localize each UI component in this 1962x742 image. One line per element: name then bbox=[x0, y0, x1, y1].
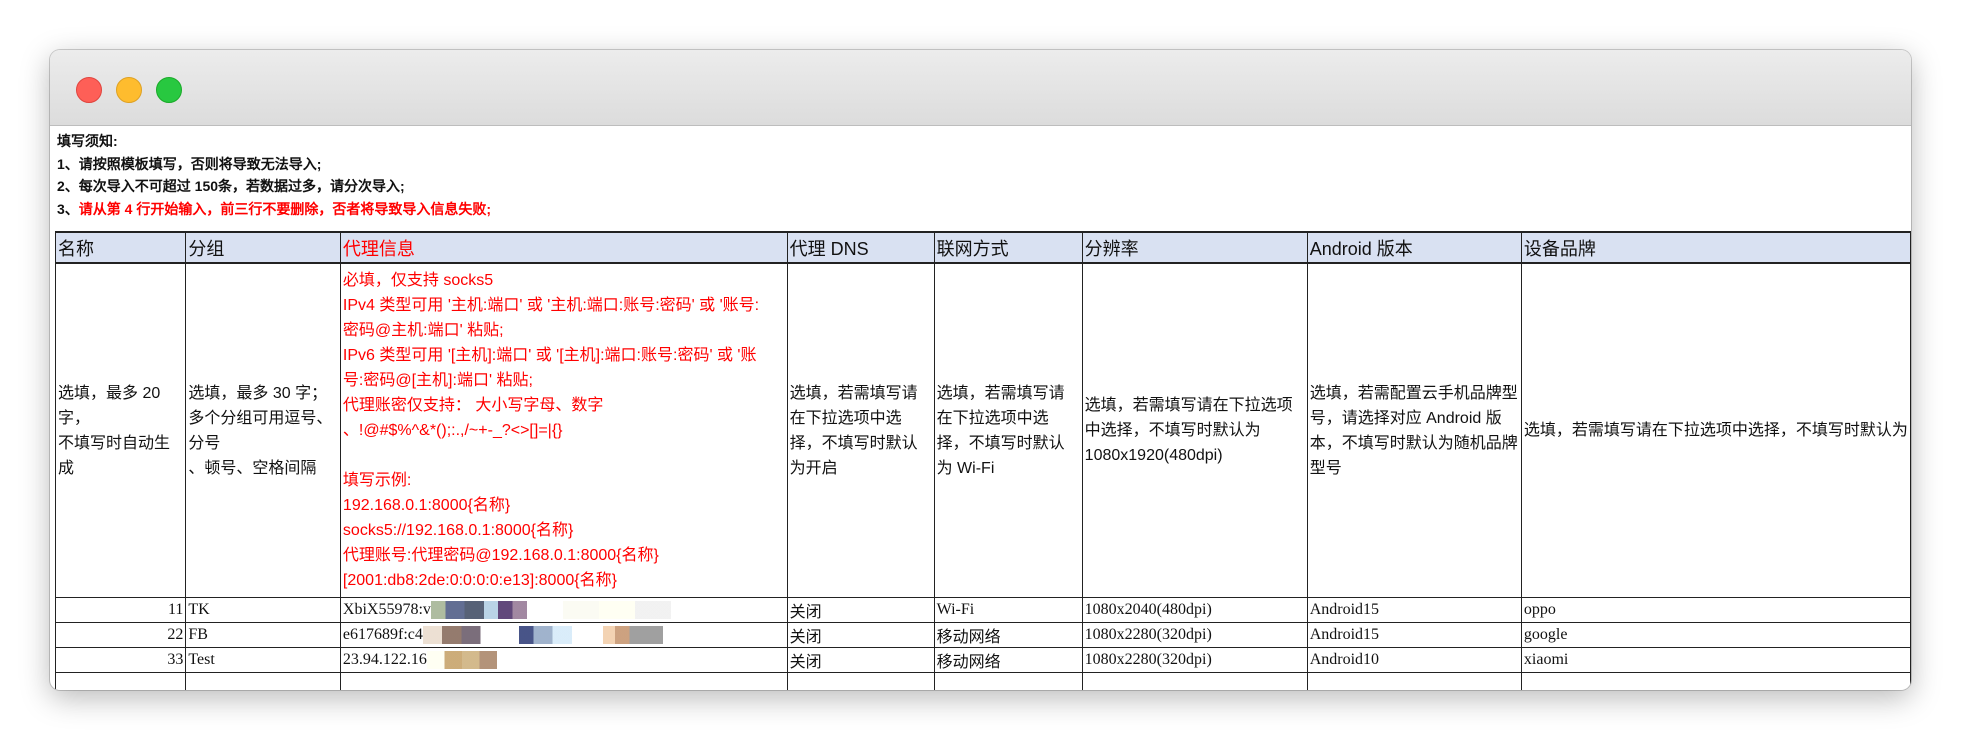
desc-line: 、!@#$%^&*();:.,/~+-_?<>[]=|{} bbox=[342, 422, 563, 439]
table-row: 22 FB e617689f:c4 关闭 移动网络 1080x2280(320d… bbox=[54, 622, 1911, 648]
proxy-text: 23.94.122.16 bbox=[342, 650, 427, 668]
minimize-button[interactable] bbox=[116, 77, 142, 103]
empty-cell[interactable] bbox=[786, 672, 935, 690]
redacted-blur bbox=[426, 651, 497, 670]
cell-resolution[interactable]: 1080x2280(320dpi) bbox=[1081, 647, 1308, 673]
desc-line: 密码@主机:端口' 粘贴; bbox=[342, 322, 504, 339]
cell-network[interactable]: 移动网络 bbox=[933, 647, 1083, 673]
desc-line: 不填写时自动生成 bbox=[58, 434, 171, 477]
header-name[interactable]: 名称 bbox=[54, 231, 187, 264]
cell-proxy[interactable]: e617689f:c4 bbox=[339, 622, 788, 648]
app-window: 填写须知: 1、请按照模板填写，否则将导致无法导入; 2、每次导入不可超过 15… bbox=[50, 50, 1911, 690]
cell-network[interactable]: 移动网络 bbox=[933, 622, 1083, 648]
desc-resolution[interactable]: 选填，若需填写请在下拉选项中选择，不填写时默认为 1080x1920(480dp… bbox=[1081, 262, 1308, 598]
instruction-3: 3、请从第 4 行开始输入，前三行不要删除，否者将导致导入信息失败; bbox=[57, 198, 1911, 221]
instruction-3-prefix: 3、 bbox=[57, 200, 79, 217]
close-button[interactable] bbox=[76, 77, 102, 103]
desc-line: 选填，最多 20 字， bbox=[58, 384, 161, 427]
instructions: 填写须知: 1、请按照模板填写，否则将导致无法导入; 2、每次导入不可超过 15… bbox=[55, 126, 1911, 220]
empty-cell[interactable] bbox=[933, 672, 1083, 690]
cell-resolution[interactable]: 1080x2280(320dpi) bbox=[1081, 622, 1308, 648]
desc-name[interactable]: 选填，最多 20 字， 不填写时自动生成 bbox=[54, 262, 187, 598]
header-row: 名称 分组 代理信息 代理 DNS 联网方式 分辨率 Android 版本 设备… bbox=[54, 231, 1911, 264]
header-proxy[interactable]: 代理信息 bbox=[339, 231, 788, 264]
cell-brand[interactable]: xiaomi bbox=[1520, 647, 1911, 673]
desc-blank-line bbox=[343, 443, 785, 468]
empty-cell[interactable] bbox=[1306, 672, 1522, 690]
cell-android[interactable]: Android10 bbox=[1306, 647, 1522, 673]
cell-dns[interactable]: 关闭 bbox=[786, 647, 935, 673]
proxy-text: e617689f:c4 bbox=[342, 625, 423, 643]
desc-line: 192.168.0.1:8000{名称} bbox=[342, 497, 511, 514]
desc-line: [2001:db8:2de:0:0:0:0:e13]:8000{名称} bbox=[342, 572, 617, 589]
title-bar bbox=[50, 50, 1911, 126]
cell-group[interactable]: TK bbox=[185, 597, 341, 623]
header-brand[interactable]: 设备品牌 bbox=[1520, 231, 1911, 264]
header-network[interactable]: 联网方式 bbox=[933, 231, 1083, 264]
redacted-blur bbox=[422, 626, 663, 645]
desc-line: 选填，最多 30 字； bbox=[188, 384, 328, 402]
cell-group[interactable]: Test bbox=[185, 647, 341, 673]
header-group[interactable]: 分组 bbox=[185, 231, 341, 264]
desc-line: 填写示例: bbox=[342, 472, 412, 489]
desc-proxy[interactable]: 必填，仅支持 socks5 IPv4 类型可用 '主机:端口' 或 '主机:端口… bbox=[339, 262, 788, 598]
empty-cell[interactable] bbox=[185, 672, 341, 690]
cell-android[interactable]: Android15 bbox=[1306, 597, 1522, 623]
cell-android[interactable]: Android15 bbox=[1306, 622, 1522, 648]
table-row: 11 TK XbiX55978:v 关闭 Wi-Fi 1080x2040(480… bbox=[54, 597, 1911, 623]
desc-dns[interactable]: 选填，若需填写请在下拉选项中选择，不填写时默认为开启 bbox=[786, 262, 935, 598]
import-table: 名称 分组 代理信息 代理 DNS 联网方式 分辨率 Android 版本 设备… bbox=[54, 231, 1911, 690]
header-android[interactable]: Android 版本 bbox=[1306, 231, 1522, 264]
desc-line: 多个分组可用逗号、分号 bbox=[188, 409, 333, 452]
header-resolution[interactable]: 分辨率 bbox=[1081, 231, 1308, 264]
description-row: 选填，最多 20 字， 不填写时自动生成 选填，最多 30 字； 多个分组可用逗号、… bbox=[54, 262, 1911, 598]
spreadsheet: 填写须知: 1、请按照模板填写，否则将导致无法导入; 2、每次导入不可超过 15… bbox=[54, 126, 1911, 690]
cell-dns[interactable]: 关闭 bbox=[786, 622, 935, 648]
instruction-3-text: 请从第 4 行开始输入，前三行不要删除，否者将导致导入信息失败; bbox=[78, 200, 492, 217]
redacted-blur bbox=[430, 601, 671, 620]
desc-line: 代理账号:代理密码@192.168.0.1:8000{名称} bbox=[342, 547, 659, 564]
desc-android[interactable]: 选填，若需配置云手机品牌型号，请选择对应 Android 版本，不填写时默认为随… bbox=[1306, 262, 1522, 598]
empty-cell[interactable] bbox=[1081, 672, 1308, 690]
desc-line: 代理账密仅支持： 大小写字母、数字 bbox=[342, 397, 604, 414]
desc-group[interactable]: 选填，最多 30 字； 多个分组可用逗号、分号、顿号、空格间隔 bbox=[185, 262, 341, 598]
cell-network[interactable]: Wi-Fi bbox=[933, 597, 1083, 623]
instruction-1: 1、请按照模板填写，否则将导致无法导入; bbox=[57, 155, 322, 172]
header-dns[interactable]: 代理 DNS bbox=[786, 231, 935, 264]
table-row: 33 Test 23.94.122.16 关闭 移动网络 1080x2280(3… bbox=[54, 647, 1911, 673]
empty-cell[interactable] bbox=[54, 672, 187, 690]
cell-proxy[interactable]: 23.94.122.16 bbox=[339, 647, 788, 673]
desc-line: 、顿号、空格间隔 bbox=[188, 459, 317, 477]
empty-row bbox=[54, 672, 1911, 690]
cell-brand[interactable]: google bbox=[1520, 622, 1911, 648]
desc-line: socks5://192.168.0.1:8000{名称} bbox=[342, 522, 574, 539]
desc-line: 必填，仅支持 socks5 bbox=[342, 272, 494, 289]
desc-network[interactable]: 选填，若需填写请在下拉选项中选择，不填写时默认为 Wi-Fi bbox=[933, 262, 1083, 598]
cell-dns[interactable]: 关闭 bbox=[786, 597, 935, 623]
proxy-text: XbiX55978:v bbox=[342, 600, 431, 618]
desc-brand[interactable]: 选填，若需填写请在下拉选项中选择，不填写时默认为 bbox=[1520, 262, 1911, 598]
cell-name[interactable]: 11 bbox=[54, 597, 187, 623]
empty-cell[interactable] bbox=[1520, 672, 1911, 690]
cell-proxy[interactable]: XbiX55978:v bbox=[339, 597, 788, 623]
cell-name[interactable]: 33 bbox=[54, 647, 187, 673]
instructions-title: 填写须知: bbox=[57, 133, 118, 149]
cell-name[interactable]: 22 bbox=[54, 622, 187, 648]
instruction-2: 2、每次导入不可超过 150条，若数据过多，请分次导入; bbox=[57, 178, 405, 194]
desc-line: 号:密码@[主机]:端口' 粘贴; bbox=[342, 372, 533, 389]
maximize-button[interactable] bbox=[156, 77, 182, 103]
cell-brand[interactable]: oppo bbox=[1520, 597, 1911, 623]
cell-group[interactable]: FB bbox=[185, 622, 341, 648]
desc-line: IPv4 类型可用 '主机:端口' 或 '主机:端口:账号:密码' 或 '账号: bbox=[342, 297, 760, 314]
empty-cell[interactable] bbox=[339, 672, 788, 690]
cell-resolution[interactable]: 1080x2040(480dpi) bbox=[1081, 597, 1308, 623]
desc-line: IPv6 类型可用 '[主机]:端口' 或 '[主机]:端口:账号:密码' 或 … bbox=[342, 347, 757, 364]
